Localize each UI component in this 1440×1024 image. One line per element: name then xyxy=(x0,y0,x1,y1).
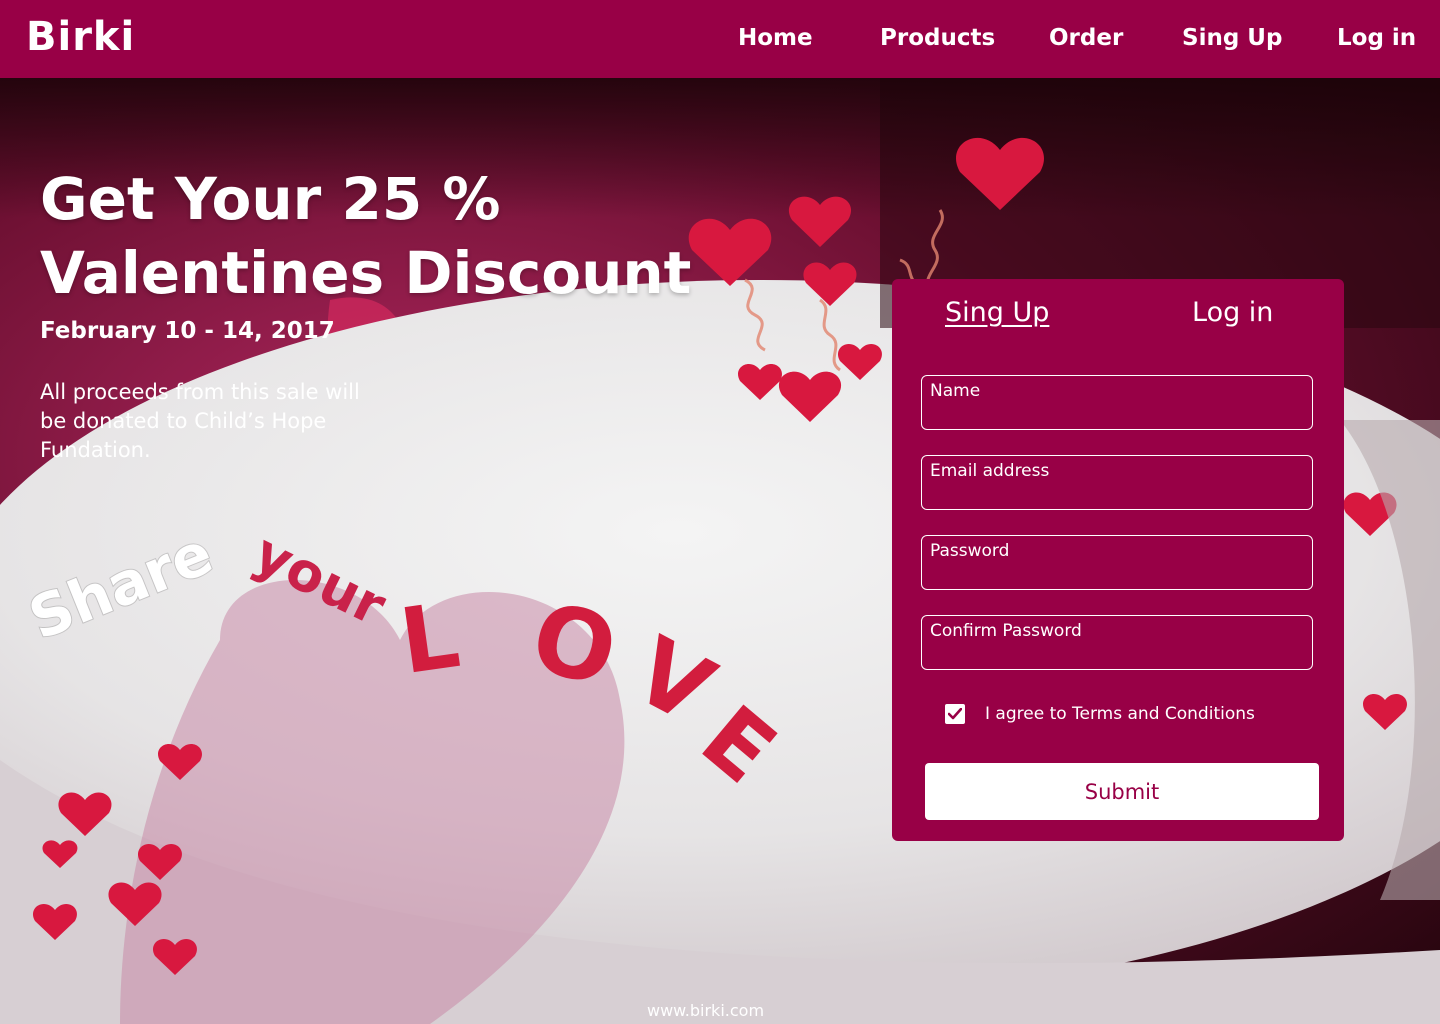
nav-log-in[interactable]: Log in xyxy=(1337,25,1416,51)
submit-button[interactable]: Submit xyxy=(925,763,1319,820)
name-field-label: Name xyxy=(930,381,981,401)
nav-products[interactable]: Products xyxy=(880,25,995,51)
sale-dates: February 10 - 14, 2017 xyxy=(40,318,335,344)
nav-home[interactable]: Home xyxy=(738,25,813,51)
password-field-label: Password xyxy=(930,541,1010,561)
top-navigation-bar: Birki Home Products Order Sing Up Log in xyxy=(0,0,1440,78)
terms-label: I agree to Terms and Conditions xyxy=(985,704,1255,724)
email-field-label: Email address xyxy=(930,461,1050,481)
discount-headline: Get Your 25 % Valentines Discount xyxy=(40,162,691,310)
headline-line-2: Valentines Discount xyxy=(40,239,692,307)
name-field[interactable]: Name xyxy=(921,375,1313,430)
email-field[interactable]: Email address xyxy=(921,455,1313,510)
nav-order[interactable]: Order xyxy=(1049,25,1123,51)
confirm-password-field[interactable]: Confirm Password xyxy=(921,615,1313,670)
donation-note: All proceeds from this sale will be dona… xyxy=(40,380,360,462)
nav-sign-up[interactable]: Sing Up xyxy=(1182,25,1282,51)
brand-logo[interactable]: Birki xyxy=(26,14,135,60)
headline-line-1: Get Your 25 % xyxy=(40,165,501,233)
password-field[interactable]: Password xyxy=(921,535,1313,590)
tab-sign-up[interactable]: Sing Up xyxy=(945,297,1049,328)
footer-url[interactable]: www.birki.com xyxy=(647,1001,764,1020)
terms-agreement: I agree to Terms and Conditions xyxy=(945,704,1255,724)
tab-log-in[interactable]: Log in xyxy=(1192,297,1273,328)
confirm-password-field-label: Confirm Password xyxy=(930,621,1082,641)
signup-panel: Sing Up Log in Name Email address Passwo… xyxy=(892,279,1344,841)
terms-checkbox[interactable] xyxy=(945,704,965,724)
checkmark-icon xyxy=(948,708,962,720)
